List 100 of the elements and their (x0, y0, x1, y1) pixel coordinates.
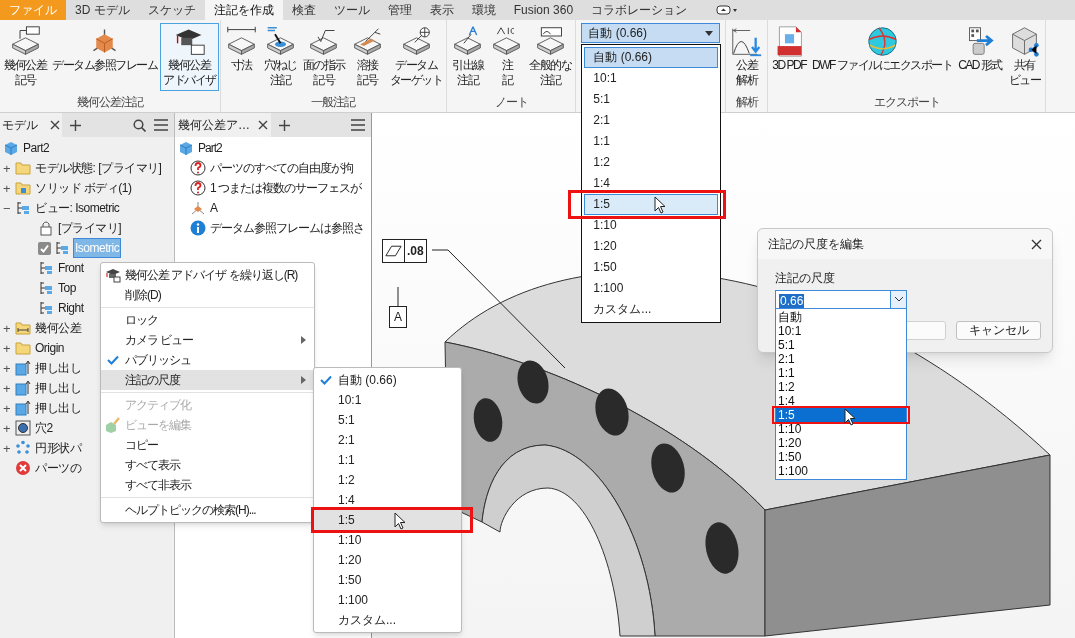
tree-item[interactable]: Top (57, 279, 77, 297)
tree-item[interactable]: Front (57, 259, 85, 277)
menu-icon[interactable] (154, 119, 168, 131)
checkbox[interactable] (38, 241, 51, 255)
scale-dropdown[interactable]: 自動 (0.66) (581, 23, 721, 43)
dropdown-option[interactable]: 1:20 (776, 436, 906, 450)
menu-item[interactable]: 1:100 (314, 590, 461, 610)
expand-toggle[interactable]: + (3, 181, 15, 195)
ribbon-tab[interactable]: ツール (324, 0, 379, 20)
tree-item[interactable]: Part2 (22, 139, 51, 157)
ribbon-tab[interactable]: 注記を作成 (204, 0, 283, 20)
ribbon-button[interactable]: 寸法 (221, 23, 261, 76)
dropdown-option[interactable]: 10:1 (776, 324, 906, 338)
ribbon-tab[interactable]: 表示 (420, 0, 463, 20)
menu-item[interactable]: 1:20 (314, 550, 461, 570)
dropdown-option[interactable]: 1:2 (776, 380, 906, 394)
dropdown-option[interactable]: 1:5 (776, 408, 906, 422)
expand-toggle[interactable]: + (3, 421, 15, 435)
menu-item[interactable]: 注記の尺度 (101, 370, 314, 390)
ribbon-tab[interactable]: 3D モデル (66, 0, 139, 20)
ribbon-button[interactable]: データム参照フレーム (49, 23, 160, 76)
dropdown-option[interactable]: 1:1 (776, 366, 906, 380)
expand-toggle[interactable]: + (3, 441, 15, 455)
ribbon-tab[interactable]: 環境 (462, 0, 505, 20)
ribbon-button[interactable]: 公差 解析 (727, 23, 767, 91)
expand-toggle[interactable]: + (3, 161, 15, 175)
dropdown-option[interactable]: 10:1 (584, 68, 719, 89)
dropdown-option[interactable]: 1:50 (584, 257, 719, 278)
menu-item[interactable]: 2:1 (314, 430, 461, 450)
tree-item[interactable]: データム参照フレームは参照さ (209, 219, 365, 237)
tree-item[interactable]: A (209, 199, 218, 217)
dropdown-option[interactable]: 1:1 (584, 131, 719, 152)
menu-item[interactable]: コピー (101, 435, 314, 455)
collapse-ribbon-icon[interactable] (716, 5, 739, 15)
ribbon-button[interactable]: 3D PDF (769, 23, 810, 76)
ribbon-button[interactable]: 面の指示 記号 (299, 23, 348, 91)
ribbon-button[interactable]: CAD 形式 (955, 23, 1005, 76)
tree-item[interactable]: 穴2 (34, 419, 54, 437)
tree-item[interactable]: Origin (34, 339, 65, 357)
menu-item[interactable]: 5:1 (314, 410, 461, 430)
ribbon-button[interactable]: 全般的な 注記 (526, 23, 575, 91)
dropdown-option[interactable]: 2:1 (776, 352, 906, 366)
tree-item[interactable]: Part2 (197, 139, 223, 157)
dropdown-option[interactable]: 5:1 (584, 89, 719, 110)
dropdown-option[interactable]: 2:1 (584, 110, 719, 131)
ribbon-button[interactable]: 幾何公差 記号 (1, 23, 49, 91)
ribbon-tab[interactable]: コラボレーション (582, 0, 697, 20)
add-tab-icon[interactable] (279, 119, 290, 131)
tree-item[interactable]: パーツのすべての自由度が拘 (209, 159, 354, 177)
dropdown-option[interactable]: 1:4 (776, 394, 906, 408)
dropdown-option[interactable]: 1:4 (584, 173, 719, 194)
expand-toggle[interactable]: + (3, 321, 15, 335)
tree-item[interactable]: 押し出し (34, 399, 82, 417)
tree-item[interactable]: 円形状パ (34, 439, 82, 457)
tree-item[interactable]: 1 つまたは複数のサーフェスが (209, 179, 362, 197)
tree-item[interactable]: モデル状態: [プライマリ] (34, 159, 163, 177)
expand-toggle[interactable]: + (3, 381, 15, 395)
menu-item[interactable]: 1:1 (314, 450, 461, 470)
expand-toggle[interactable]: − (3, 201, 15, 215)
tree-item[interactable]: 幾何公差 (34, 319, 82, 337)
menu-item[interactable]: 1:50 (314, 570, 461, 590)
menu-item[interactable]: 幾何公差 アドバイザ を繰り返し(R) (101, 265, 314, 285)
menu-item[interactable]: 10:1 (314, 390, 461, 410)
cancel-button[interactable]: キャンセル (956, 321, 1041, 340)
dropdown-option[interactable]: 自動 (0.66) (584, 47, 719, 68)
ribbon-tab[interactable]: 検査 (282, 0, 325, 20)
add-tab-icon[interactable] (70, 119, 81, 131)
menu-item[interactable]: 1:10 (314, 530, 461, 550)
menu-item[interactable]: すべて非表示 (101, 475, 314, 495)
ribbon-button[interactable]: 共有 ビュー (1004, 23, 1044, 91)
menu-item[interactable]: 1:4 (314, 490, 461, 510)
tree-item[interactable]: 押し出し (34, 379, 82, 397)
dropdown-option[interactable]: 自動 (776, 310, 906, 324)
dropdown-option[interactable]: 1:100 (776, 464, 906, 478)
ribbon-tab[interactable]: 管理 (378, 0, 421, 20)
expand-toggle[interactable]: + (3, 361, 15, 375)
search-icon[interactable] (133, 118, 146, 132)
tree-item[interactable]: パーツの (34, 459, 82, 477)
dropdown-option[interactable]: 1:50 (776, 450, 906, 464)
tree-item[interactable]: Right (57, 299, 85, 317)
dropdown-option[interactable]: 1:10 (584, 215, 719, 236)
dropdown-option[interactable]: 1:20 (584, 236, 719, 257)
close-icon[interactable] (1031, 238, 1042, 250)
ribbon-tab[interactable]: Fusion 360 (504, 0, 583, 20)
menu-item[interactable]: カスタム... (314, 610, 461, 630)
menu-item[interactable]: パブリッシュ (101, 350, 314, 370)
ribbon-button[interactable]: 注 記 (487, 23, 527, 91)
tree-item[interactable]: ビュー: Isometric (34, 199, 121, 217)
menu-item[interactable]: カメラ ビュー (101, 330, 314, 350)
dropdown-option[interactable]: 1:5 (584, 194, 719, 215)
menu-item[interactable]: すべて表示 (101, 455, 314, 475)
ribbon-button[interactable]: 引出線 注記 (448, 23, 488, 91)
ribbon-tab[interactable]: スケッチ (138, 0, 205, 20)
menu-item[interactable]: 自動 (0.66) (314, 370, 461, 390)
tree-item[interactable]: [プライマリ] (57, 219, 123, 237)
menu-item[interactable]: 削除(D) (101, 285, 314, 305)
tree-item[interactable]: ソリッド ボディ(1) (34, 179, 133, 197)
menu-item[interactable]: 1:2 (314, 470, 461, 490)
dropdown-option[interactable]: カスタム... (584, 299, 719, 320)
dropdown-option[interactable]: 1:100 (584, 278, 719, 299)
